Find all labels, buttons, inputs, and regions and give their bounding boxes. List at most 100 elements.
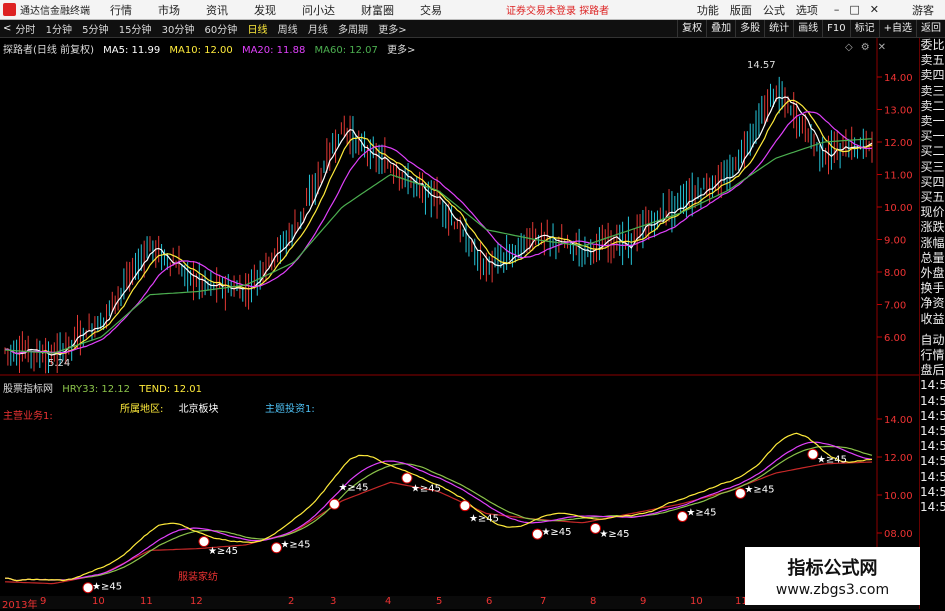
tab-15min[interactable]: 15分钟 bbox=[119, 25, 152, 36]
menu-item-formula[interactable]: 公式 bbox=[763, 2, 785, 18]
menu-item-layout[interactable]: 版面 bbox=[730, 2, 752, 18]
quote-label: 换手 bbox=[920, 281, 945, 296]
price-tick-label: 9.00 bbox=[884, 236, 906, 247]
auto-quote-toggle[interactable]: 自动 bbox=[920, 333, 945, 348]
kline-chart[interactable]: 14.00 13.00 12.00 11.00 10.00 9.00 8.00 7.00 6.0… bbox=[0, 38, 919, 596]
menu-item-options[interactable]: 选项 bbox=[796, 2, 818, 18]
quote-label: 买一 bbox=[920, 129, 945, 144]
quote-label: 现价 bbox=[920, 205, 945, 220]
signal-label: ★≥45 bbox=[686, 508, 716, 519]
signal-label: ★≥45 bbox=[92, 582, 122, 593]
indicator-lines bbox=[4, 432, 873, 585]
quote-label: 卖四 bbox=[920, 68, 945, 83]
tab-more[interactable]: 更多> bbox=[378, 25, 406, 36]
ma10-line bbox=[5, 99, 873, 355]
quote-label: 净资 bbox=[920, 296, 945, 311]
chart-tools: 复权 叠加 多股 统计 画线 F10 标记 +自选 返回 bbox=[677, 20, 945, 38]
watermark-title: 指标公式网 bbox=[787, 558, 878, 579]
statistics-button[interactable]: 统计 bbox=[764, 20, 793, 38]
overlay-button[interactable]: 叠加 bbox=[706, 20, 735, 38]
tab-60min[interactable]: 60分钟 bbox=[205, 25, 238, 36]
main-menu: 行情 市场 资讯 发现 问小达 财富圈 交易 bbox=[110, 2, 468, 18]
date-tick: 2 bbox=[288, 596, 295, 607]
login-status[interactable]: 证券交易未登录 探路者 bbox=[506, 2, 609, 17]
tab-monthly[interactable]: 月线 bbox=[308, 25, 328, 36]
tab-5min[interactable]: 5分钟 bbox=[82, 25, 108, 36]
app-title: 通达信金融终端 bbox=[20, 6, 90, 17]
region-info: 所属地区: 北京板块 bbox=[120, 404, 219, 415]
indicator-tick-label: 10.00 bbox=[884, 491, 913, 502]
tend-line bbox=[5, 441, 873, 582]
multi-stock-button[interactable]: 多股 bbox=[735, 20, 764, 38]
diamond-icon[interactable]: ◇ bbox=[845, 42, 853, 53]
buy-signal-icon bbox=[198, 536, 210, 548]
menu-item-trade[interactable]: 交易 bbox=[420, 2, 442, 18]
return-button[interactable]: 返回 bbox=[916, 20, 945, 38]
buy-signal-icon bbox=[270, 542, 282, 554]
quote-label: 卖二 bbox=[920, 98, 945, 113]
tick-time: 14:51 bbox=[920, 469, 945, 484]
support-line bbox=[4, 461, 873, 585]
tab-multi-period[interactable]: 多周期 bbox=[338, 25, 368, 36]
stock-name: 探路者(日线 前复权) bbox=[3, 45, 94, 56]
indicator-name: 股票指标网 bbox=[3, 384, 53, 395]
signal-label: ★≥45 bbox=[599, 529, 629, 540]
guest-button[interactable]: 游客 bbox=[912, 2, 934, 18]
tick-time: 14:50 bbox=[920, 408, 945, 423]
menu-item-quotes[interactable]: 行情 bbox=[110, 2, 132, 18]
back-arrow-icon[interactable]: < bbox=[3, 23, 11, 34]
high-price-label: 14.57 bbox=[747, 60, 776, 71]
quote-label: 涨跌 bbox=[920, 220, 945, 235]
menu-item-function[interactable]: 功能 bbox=[697, 2, 719, 18]
close-panel-icon[interactable]: ✕ bbox=[878, 42, 886, 53]
quote-label: 总量 bbox=[920, 250, 945, 265]
indicator-legend: 股票指标网 HRY33: 12.12 TEND: 12.01 bbox=[3, 380, 208, 395]
tick-time: 14:50 bbox=[920, 378, 945, 393]
watermark-url: www.zbgs3.com bbox=[775, 582, 890, 598]
quote-label: 卖三 bbox=[920, 83, 945, 98]
settings-icon[interactable]: ⚙ bbox=[861, 42, 870, 53]
tab-intraday[interactable]: 分时 bbox=[15, 25, 35, 36]
maximize-icon[interactable]: □ bbox=[849, 3, 859, 16]
adjust-button[interactable]: 复权 bbox=[677, 20, 706, 38]
close-icon[interactable]: ✕ bbox=[870, 3, 879, 16]
menu-item-discover[interactable]: 发现 bbox=[254, 2, 276, 18]
add-favorite-button[interactable]: +自选 bbox=[878, 20, 916, 38]
tab-weekly[interactable]: 周线 bbox=[278, 25, 298, 36]
signal-label: ★≥45 bbox=[541, 527, 571, 538]
menu-item-news[interactable]: 资讯 bbox=[206, 2, 228, 18]
signal-label: ★≥45 bbox=[208, 546, 238, 557]
tab-1min[interactable]: 1分钟 bbox=[46, 25, 72, 36]
period-toolbar: < 分时 1分钟 5分钟 15分钟 30分钟 60分钟 日线 周线 月线 多周期… bbox=[0, 20, 945, 38]
quote-label: 买二 bbox=[920, 144, 945, 159]
tick-label: 行情 bbox=[920, 348, 945, 363]
date-tick: 6 bbox=[486, 596, 493, 607]
buy-signal-icon bbox=[807, 448, 819, 460]
date-tick: 10 bbox=[690, 596, 703, 607]
indicator-y-axis: 14.00 12.00 10.00 08.00 bbox=[877, 415, 913, 540]
draw-line-button[interactable]: 画线 bbox=[793, 20, 822, 38]
menu-item-wealth[interactable]: 财富圈 bbox=[361, 2, 394, 18]
price-tick-label: 13.00 bbox=[884, 106, 913, 117]
mark-button[interactable]: 标记 bbox=[849, 20, 879, 38]
buy-signal-icon bbox=[401, 472, 413, 484]
tab-30min[interactable]: 30分钟 bbox=[162, 25, 195, 36]
date-tick: 7 bbox=[540, 596, 547, 607]
more-tab[interactable]: 更多> bbox=[387, 45, 415, 56]
moving-average-lines bbox=[4, 96, 873, 356]
quote-label: 卖五 bbox=[920, 53, 945, 68]
date-tick: 11 bbox=[140, 596, 153, 607]
menu-item-market[interactable]: 市场 bbox=[158, 2, 180, 18]
business-info: 主营业务1: bbox=[3, 411, 53, 422]
f10-button[interactable]: F10 bbox=[822, 20, 849, 38]
indicator-tick-label: 12.00 bbox=[884, 453, 913, 464]
menu-item-ask[interactable]: 问小达 bbox=[302, 2, 335, 18]
quote-label: 涨幅 bbox=[920, 235, 945, 250]
theme-info: 主题投资1: bbox=[265, 404, 315, 415]
signal-label: ★≥45 bbox=[411, 483, 441, 494]
tab-daily[interactable]: 日线 bbox=[247, 25, 267, 36]
period-tabs: 分时 1分钟 5分钟 15分钟 30分钟 60分钟 日线 周线 月线 多周期 更… bbox=[15, 21, 413, 36]
tick-time: 14:50 bbox=[920, 393, 945, 408]
quote-label: 收益 bbox=[920, 311, 945, 326]
minimize-icon[interactable]: – bbox=[834, 3, 840, 16]
